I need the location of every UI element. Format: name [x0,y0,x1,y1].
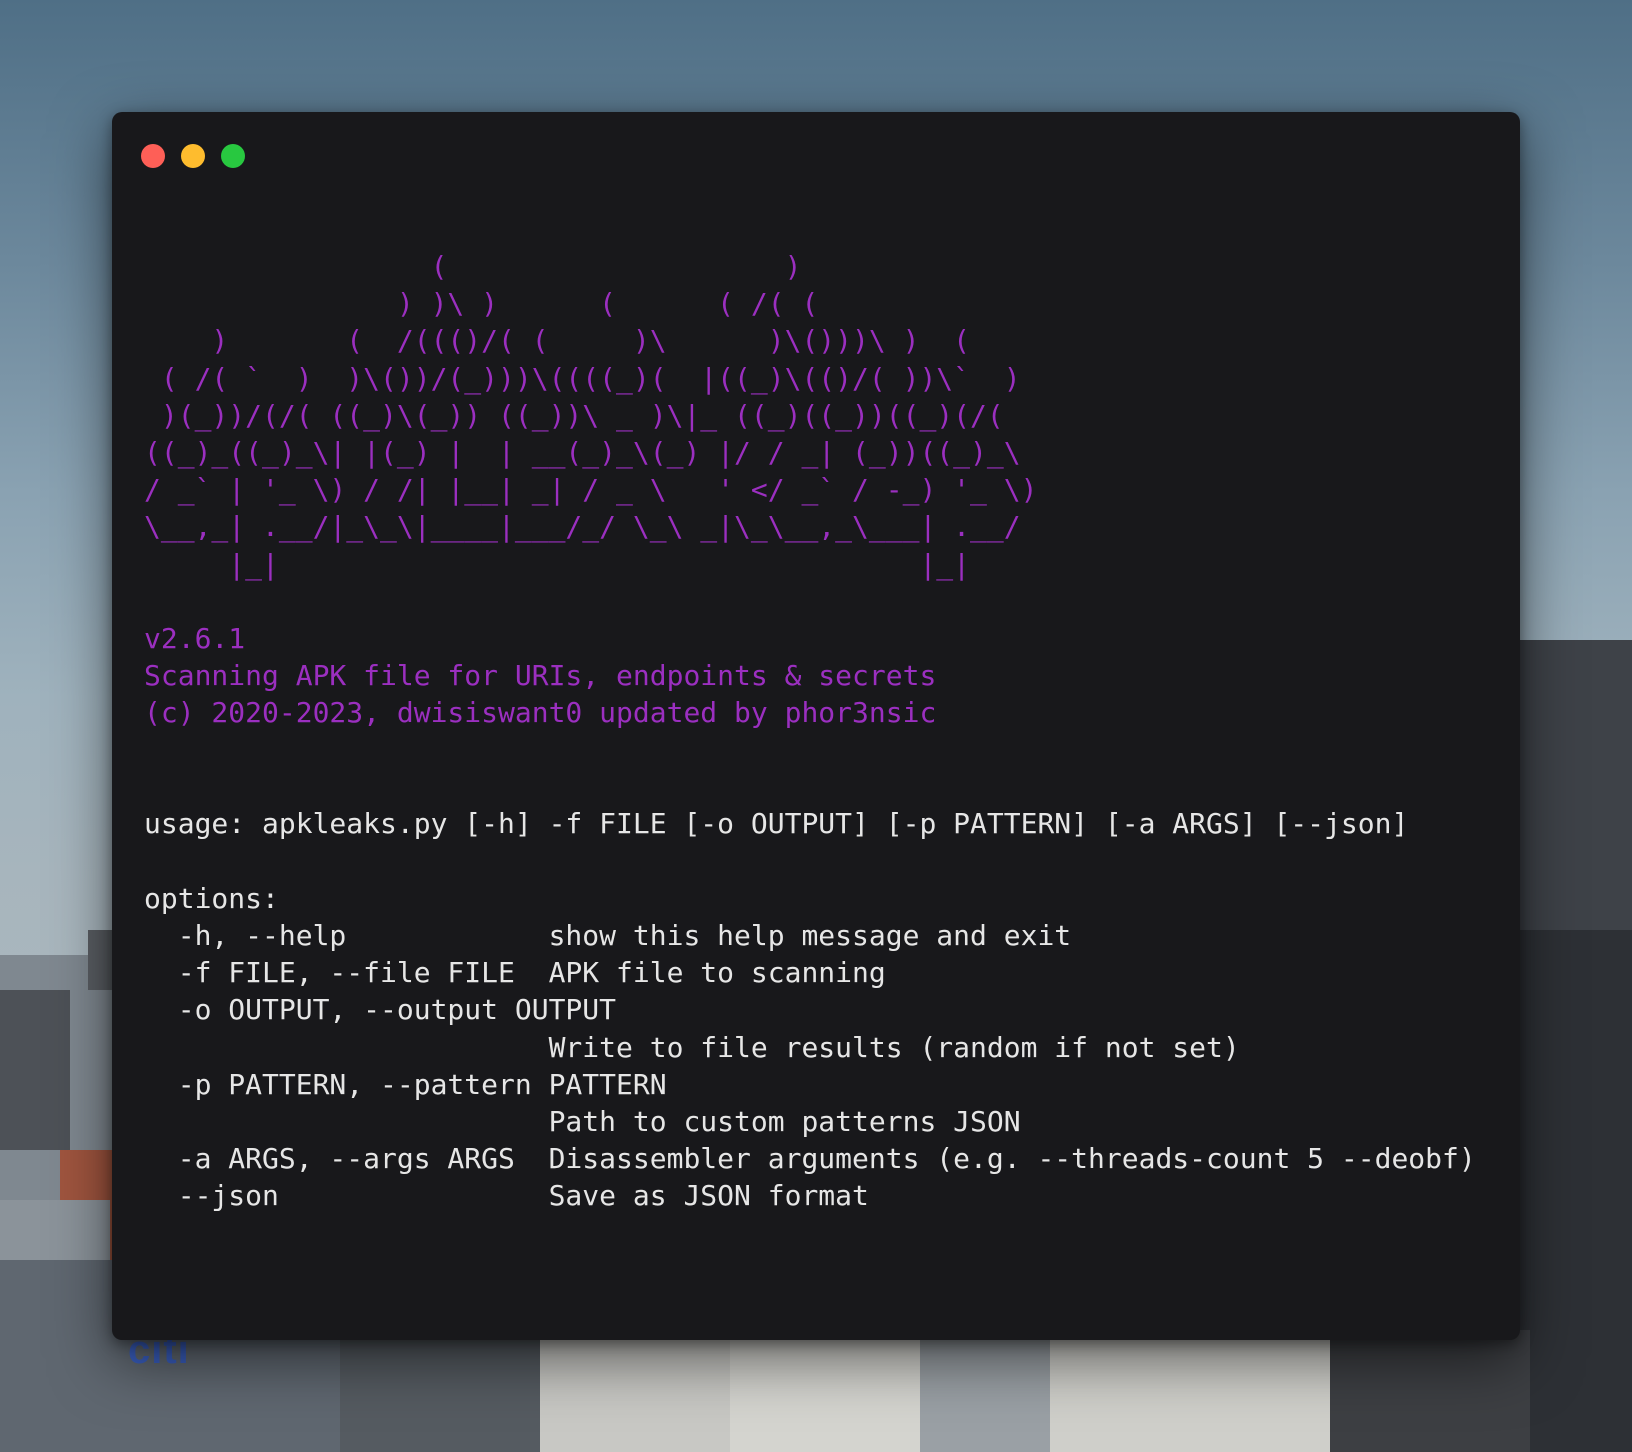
option-line: Write to file results (random if not set… [144,1030,1240,1064]
building [540,1325,730,1452]
option-line: -f FILE, --file FILE APK file to scannin… [144,956,886,990]
option-line: -h, --help show this help message and ex… [144,918,1072,952]
terminal-output: ( ) ) )\ ) ( ( /( ( ) ( /((()/( ( )\ )\(… [144,248,1500,1214]
building [88,930,112,990]
minimize-button[interactable] [181,144,205,168]
usage-line: usage: apkleaks.py [-h] -f FILE [-o OUTP… [144,807,1409,841]
option-line: --json Save as JSON format [144,1179,869,1213]
building [340,1335,540,1452]
close-button[interactable] [141,144,165,168]
option-line: -p PATTERN, --pattern PATTERN [144,1067,667,1101]
building [0,1200,110,1260]
building [0,990,70,1150]
version-text: v2.6.1 [144,621,246,655]
ascii-banner: ( ) ) )\ ) ( ( /( ( ) ( /((()/( ( )\ )\(… [144,250,1038,581]
help-output: usage: apkleaks.py [-h] -f FILE [-o OUTP… [144,805,1500,1214]
tool-info: v2.6.1 Scanning APK file for URIs, endpo… [144,620,1500,732]
terminal-window[interactable]: ( ) ) )\ ) ( ( /( ( ) ( /((()/( ( )\ )\(… [112,112,1520,1340]
building [1330,1330,1530,1452]
option-line: Path to custom patterns JSON [144,1104,1021,1138]
option-line: -a ARGS, --args ARGS Disassembler argume… [144,1142,1476,1176]
building [920,1330,1050,1452]
building [730,1330,920,1452]
zoom-button[interactable] [221,144,245,168]
copyright-text: (c) 2020-2023, dwisiswant0 updated by ph… [144,696,937,730]
options-header: options: [144,881,279,915]
option-line: -o OUTPUT, --output OUTPUT [144,993,617,1027]
window-controls [141,144,245,168]
description-text: Scanning APK file for URIs, endpoints & … [144,659,937,693]
